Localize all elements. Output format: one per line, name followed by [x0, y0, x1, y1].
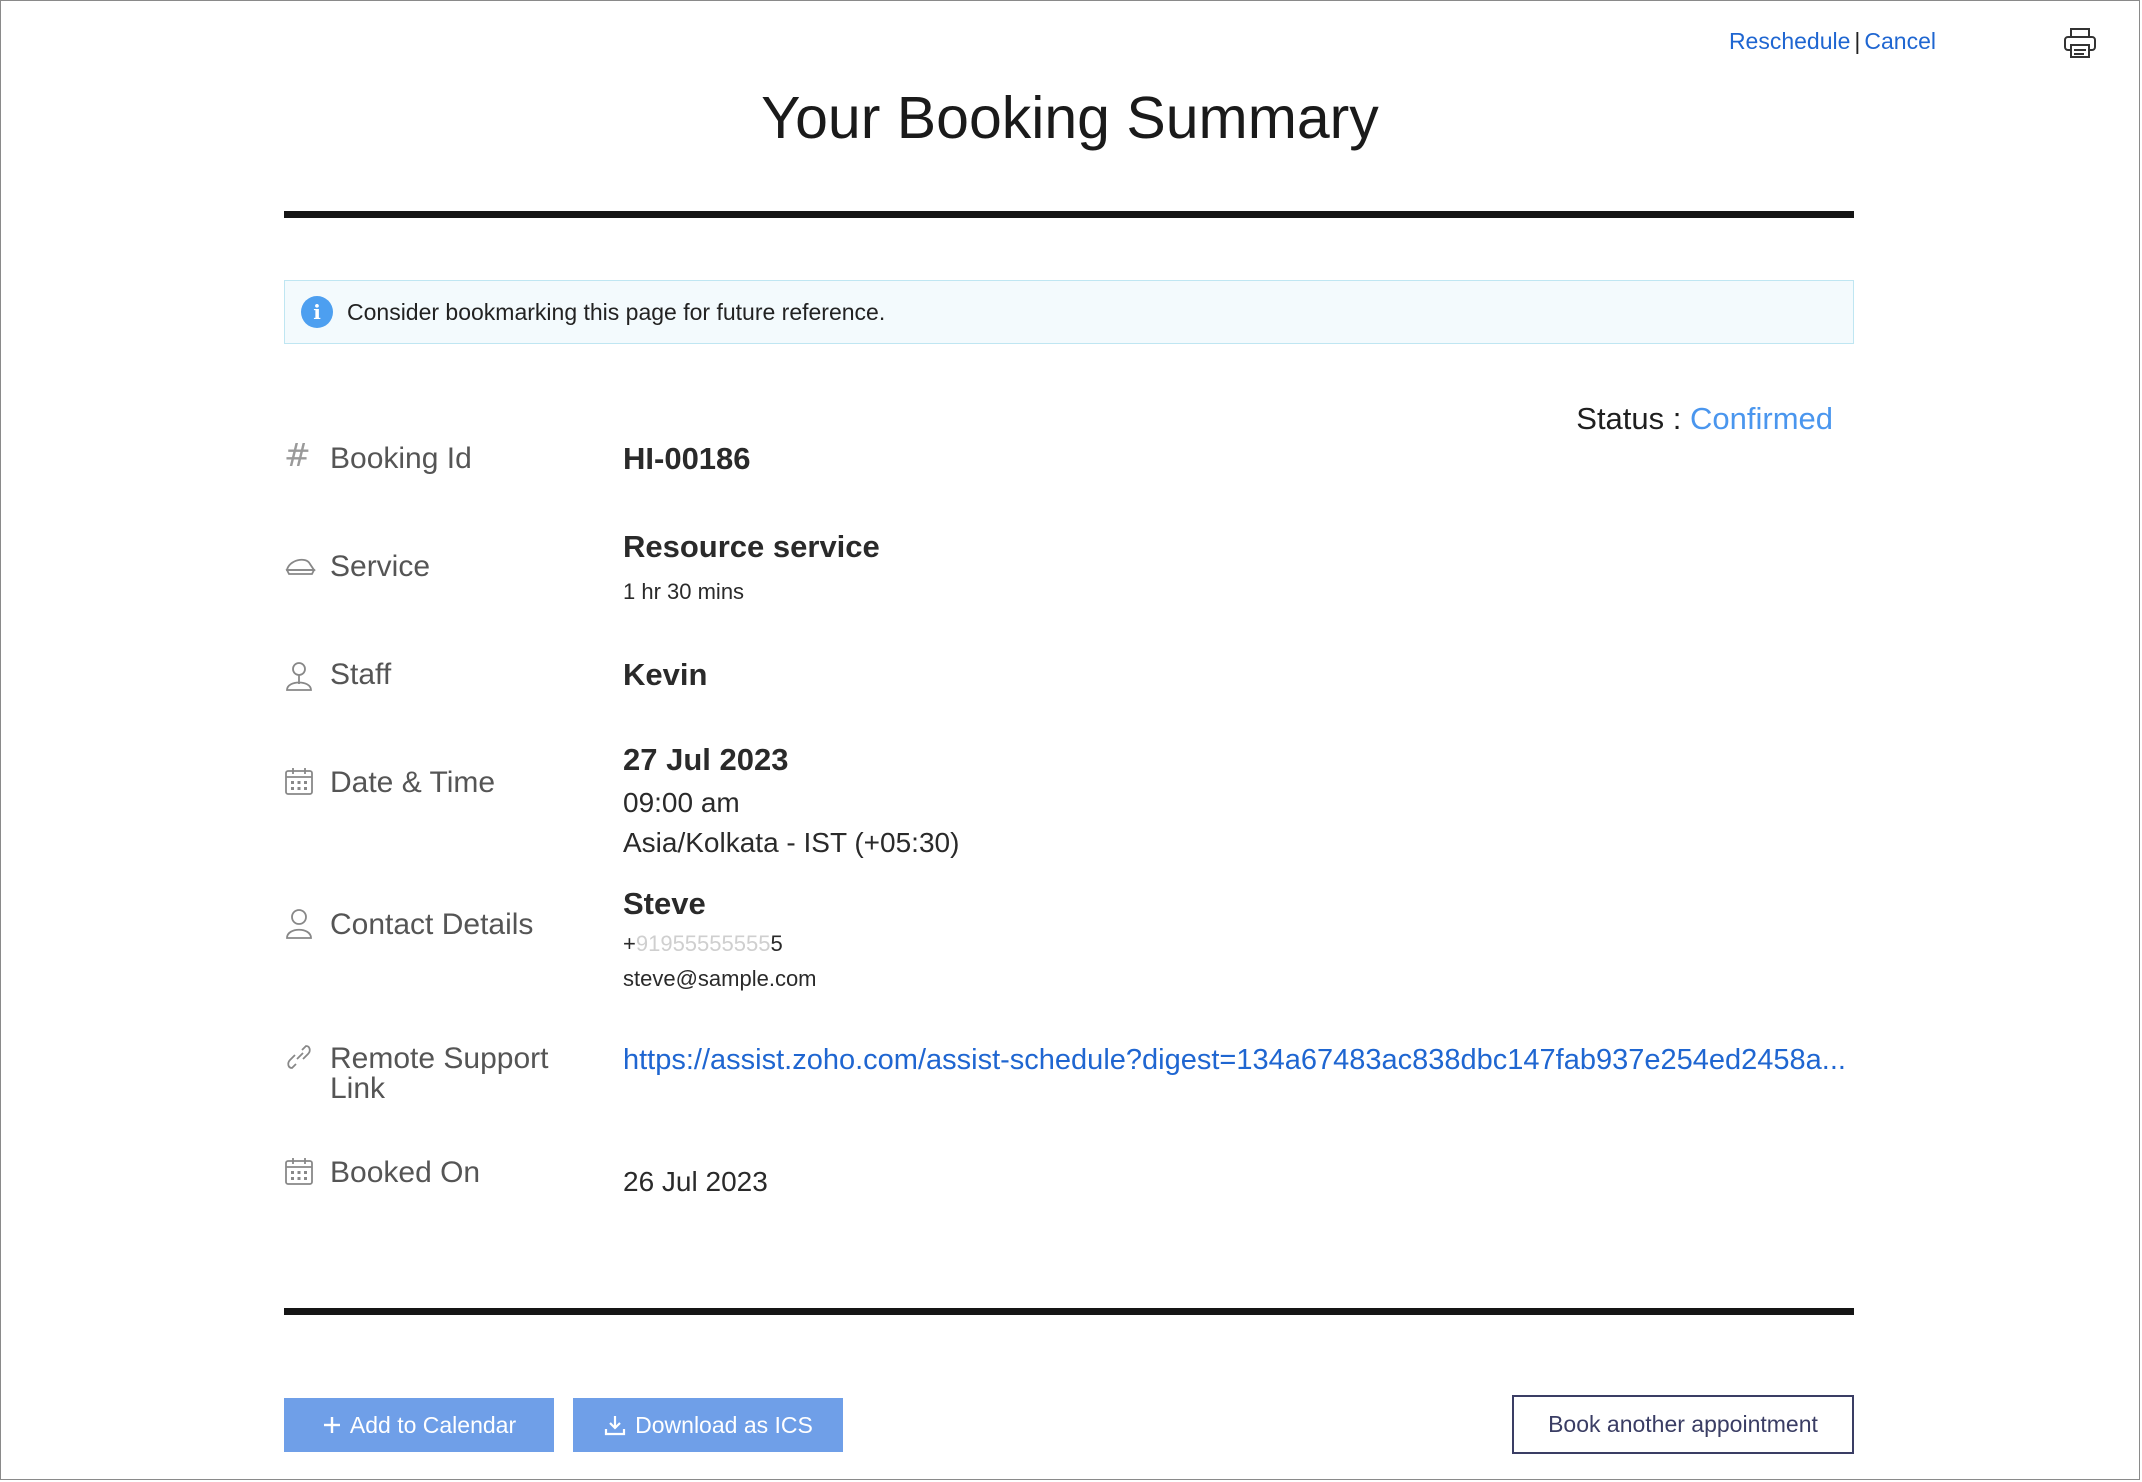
remote-support-label-line2: Link	[330, 1072, 386, 1105]
service-label: Service	[330, 550, 431, 583]
remote-support-link[interactable]: https://assist.zoho.com/assist-schedule?…	[623, 1044, 1846, 1077]
date-time-label: Date & Time	[330, 766, 496, 799]
add-to-calendar-button[interactable]: Add to Calendar	[284, 1398, 554, 1452]
page-title: Your Booking Summary	[761, 85, 1379, 151]
booked-on-value: 26 Jul 2023	[623, 1166, 768, 1197]
booking-id-label: Booking Id	[330, 442, 472, 475]
status-value: Confirmed	[1690, 401, 1833, 436]
phone-prefix: +	[623, 931, 636, 956]
download-icon	[603, 1413, 627, 1437]
booking-timezone: Asia/Kolkata - IST (+05:30)	[623, 827, 960, 858]
service-icon	[284, 552, 316, 582]
hash-icon: #	[284, 436, 311, 474]
printer-icon[interactable]	[2062, 26, 2098, 60]
bottom-divider	[284, 1308, 1854, 1315]
info-text: Consider bookmarking this page for futur…	[347, 298, 886, 325]
staff-name: Kevin	[623, 657, 708, 692]
plus-icon	[322, 1415, 342, 1435]
book-another-label: Book another appointment	[1548, 1411, 1818, 1437]
calendar-icon	[284, 766, 314, 796]
booking-id-value: HI-00186	[623, 441, 751, 476]
contact-email: steve@sample.com	[623, 966, 817, 991]
service-name: Resource service	[623, 529, 880, 564]
phone-suffix: 5	[770, 931, 783, 956]
contact-phone: +919555555555	[623, 931, 783, 957]
link-separator: |	[1854, 28, 1861, 54]
top-divider	[284, 211, 1854, 218]
top-actions: Reschedule | Cancel	[1729, 28, 1936, 55]
status-label: Status :	[1576, 401, 1682, 436]
book-another-button[interactable]: Book another appointment	[1512, 1395, 1854, 1454]
booking-time: 09:00 am	[623, 787, 740, 818]
contact-name: Steve	[623, 886, 706, 921]
booking-status: Status : Confirmed	[1576, 401, 1833, 437]
user-icon	[284, 908, 314, 939]
phone-masked: 91955555555	[635, 931, 771, 956]
cancel-link[interactable]: Cancel	[1864, 28, 1936, 54]
remote-support-label: Remote Support Link	[330, 1044, 590, 1104]
info-icon: i	[301, 296, 333, 328]
reschedule-link[interactable]: Reschedule	[1729, 28, 1850, 54]
add-to-calendar-label: Add to Calendar	[349, 1411, 517, 1438]
service-duration: 1 hr 30 mins	[623, 579, 745, 604]
info-banner: i Consider bookmarking this page for fut…	[284, 280, 1854, 344]
remote-support-label-line1: Remote Support	[330, 1042, 549, 1075]
page-frame	[0, 0, 2140, 1480]
staff-label: Staff	[330, 658, 392, 691]
download-ics-label: Download as ICS	[635, 1411, 813, 1438]
booked-on-label: Booked On	[330, 1156, 481, 1189]
contact-label: Contact Details	[330, 908, 534, 941]
staff-icon	[284, 660, 314, 691]
download-ics-button[interactable]: Download as ICS	[573, 1398, 843, 1452]
calendar-icon	[284, 1156, 314, 1186]
link-icon	[284, 1042, 314, 1072]
booking-date: 27 Jul 2023	[623, 742, 789, 777]
